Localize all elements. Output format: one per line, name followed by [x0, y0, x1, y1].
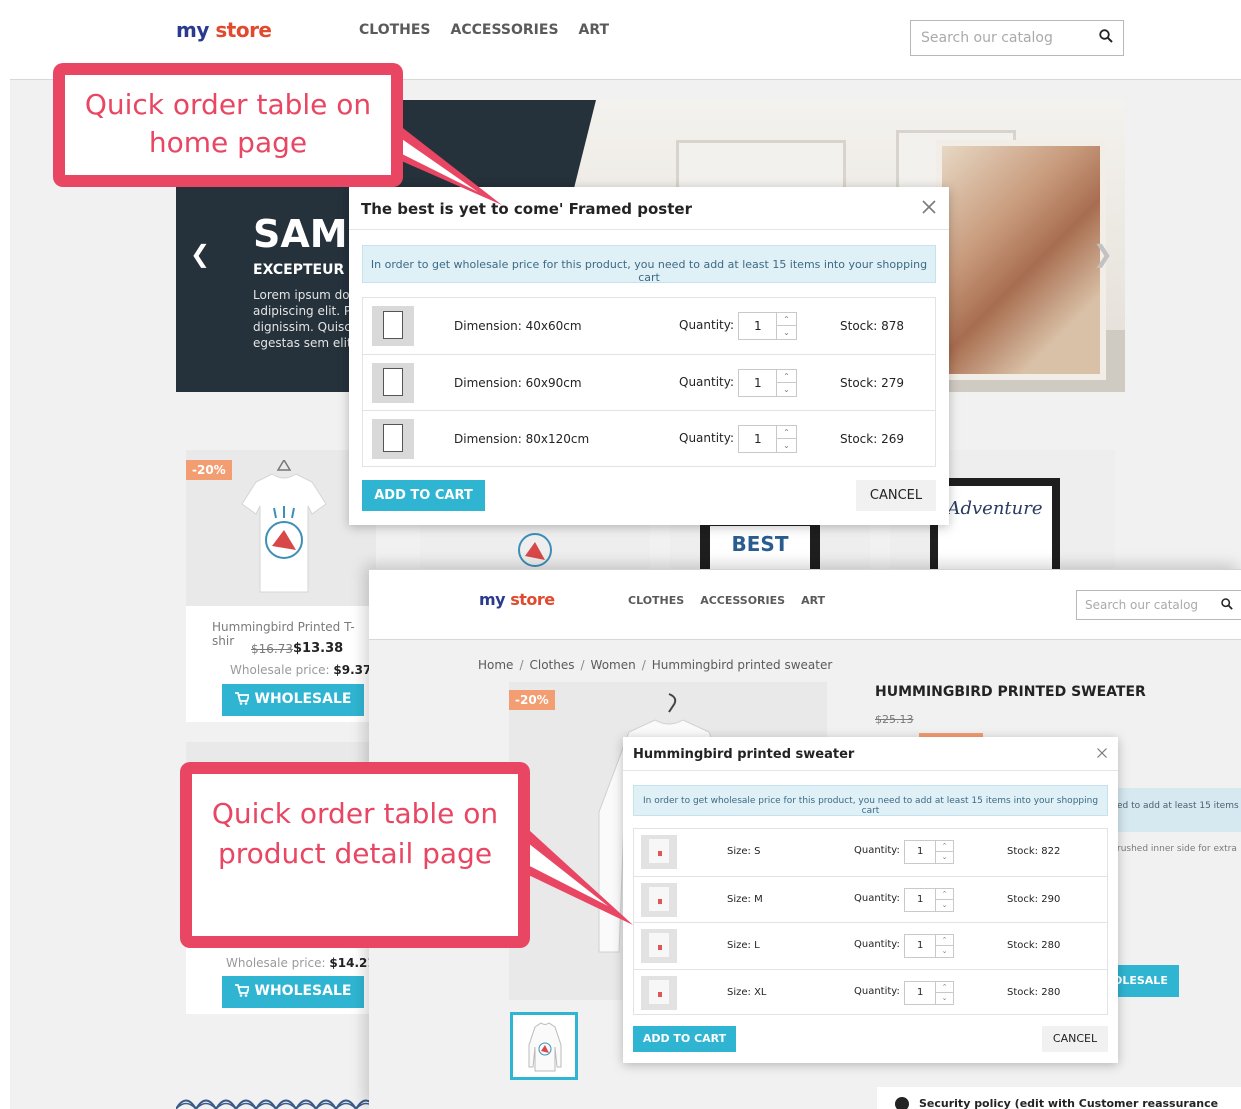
wholesale-notice: ed to add at least 15 items [1109, 788, 1241, 832]
quantity-label: Quantity: [854, 939, 900, 950]
cart-icon [234, 984, 250, 997]
poster-best-image: BEST [700, 520, 820, 570]
quantity-stepper[interactable]: 1 ⌃ ⌄ [904, 934, 954, 958]
stock-count: Stock: 280 [1007, 986, 1061, 998]
sweater-thumbnail-icon [528, 1022, 562, 1072]
chevron-up-icon[interactable]: ⌃ [936, 889, 953, 900]
table-row: Size: M Quantity: 1 ⌃ ⌄ Stock: 290 [634, 875, 1107, 923]
quantity-stepper[interactable]: 1 ⌃ ⌄ [904, 840, 954, 864]
variant-label: Size: L [727, 940, 760, 951]
table-row: Size: XL Quantity: 1 ⌃ ⌄ Stock: 280 [634, 968, 1107, 1016]
sweater-thumbnail [641, 975, 677, 1010]
variant-label: Size: S [727, 846, 761, 857]
product-thumbnail[interactable] [510, 1012, 578, 1080]
chevron-down-icon[interactable]: ⌄ [777, 326, 796, 339]
chevron-down-icon[interactable]: ⌄ [777, 439, 796, 452]
quantity-label: Quantity: [679, 431, 735, 445]
add-to-cart-button[interactable]: ADD TO CART [633, 1026, 736, 1052]
poster-adventure-image: Adventure [930, 478, 1060, 570]
stock-count: Stock: 878 [840, 319, 904, 333]
wholesale-notice: In order to get wholesale price for this… [633, 785, 1108, 816]
product-description: rushed inner side for extra [1117, 844, 1237, 854]
cancel-button[interactable]: CANCEL [856, 480, 936, 511]
quantity-label: Quantity: [854, 985, 900, 997]
search-icon[interactable] [1099, 29, 1113, 43]
chevron-down-icon[interactable]: ⌄ [936, 993, 953, 1004]
chevron-up-icon[interactable]: ⌃ [777, 370, 796, 383]
chevron-down-icon[interactable]: ⌄ [777, 383, 796, 396]
slider-next-icon[interactable]: ❯ [1093, 240, 1113, 268]
variant-label: Size: XL [727, 986, 767, 998]
chevron-up-icon[interactable]: ⌃ [777, 426, 796, 439]
chevron-down-icon[interactable]: ⌄ [936, 852, 953, 863]
modal-title: Hummingbird printed sweater [633, 747, 855, 762]
quantity-label: Quantity: [679, 318, 735, 332]
table-row: Size: L Quantity: 1 ⌃ ⌄ Stock: 280 [634, 922, 1107, 969]
old-price: $25.13 [875, 713, 914, 726]
reassurance-block: Security policy (edit with Customer reas… [877, 1087, 1241, 1109]
quantity-label: Quantity: [854, 845, 900, 856]
chevron-up-icon[interactable]: ⌃ [936, 982, 953, 993]
callout-product-label: Quick order table on product detail page [180, 762, 530, 948]
quick-order-modal-product: Hummingbird printed sweater In order to … [623, 737, 1118, 1063]
quantity-stepper[interactable]: 1 ⌃ ⌄ [904, 887, 954, 912]
table-row: Size: S Quantity: 1 ⌃ ⌄ Stock: 822 [634, 829, 1107, 876]
search-icon[interactable] [1221, 598, 1233, 610]
check-icon [895, 1097, 909, 1109]
close-icon[interactable] [921, 199, 937, 215]
variant-table: Size: S Quantity: 1 ⌃ ⌄ Stock: 822 Size: … [633, 828, 1108, 1015]
close-icon[interactable] [1096, 747, 1108, 759]
variant-label: Size: M [727, 893, 763, 905]
chevron-up-icon[interactable]: ⌃ [777, 313, 796, 326]
breadcrumb-current: Hummingbird printed sweater [651, 658, 833, 672]
chevron-up-icon[interactable]: ⌃ [936, 841, 953, 852]
quantity-stepper[interactable]: 1 ⌃ ⌄ [904, 980, 954, 1005]
chevron-down-icon[interactable]: ⌄ [936, 946, 953, 957]
quantity-stepper[interactable]: 1 ⌃ ⌄ [738, 369, 797, 397]
chevron-up-icon[interactable]: ⌃ [936, 935, 953, 946]
quantity-stepper[interactable]: 1 ⌃ ⌄ [738, 312, 797, 340]
nav-accessories[interactable]: ACCESSORIES [700, 594, 785, 607]
map-poster-image [936, 140, 1106, 380]
stock-count: Stock: 822 [1007, 846, 1061, 857]
chevron-down-icon[interactable]: ⌄ [936, 900, 953, 911]
stock-count: Stock: 290 [1007, 893, 1061, 905]
wholesale-button[interactable]: WHOLESALE [222, 976, 364, 1008]
cancel-button[interactable]: CANCEL [1042, 1026, 1108, 1052]
quantity-stepper[interactable]: 1 ⌃ ⌄ [738, 425, 797, 453]
stock-count: Stock: 280 [1007, 940, 1061, 951]
wave-pattern-image [176, 1099, 376, 1109]
product-title: HUMMINGBIRD PRINTED SWEATER [875, 684, 1146, 700]
stock-count: Stock: 279 [840, 376, 904, 390]
quantity-label: Quantity: [679, 375, 735, 389]
nav-art[interactable]: ART [801, 594, 825, 607]
stock-count: Stock: 269 [840, 432, 904, 446]
search-input[interactable]: Search our catalog [1076, 590, 1241, 620]
search-input[interactable]: Search our catalog [910, 20, 1124, 56]
quantity-label: Quantity: [854, 892, 900, 904]
